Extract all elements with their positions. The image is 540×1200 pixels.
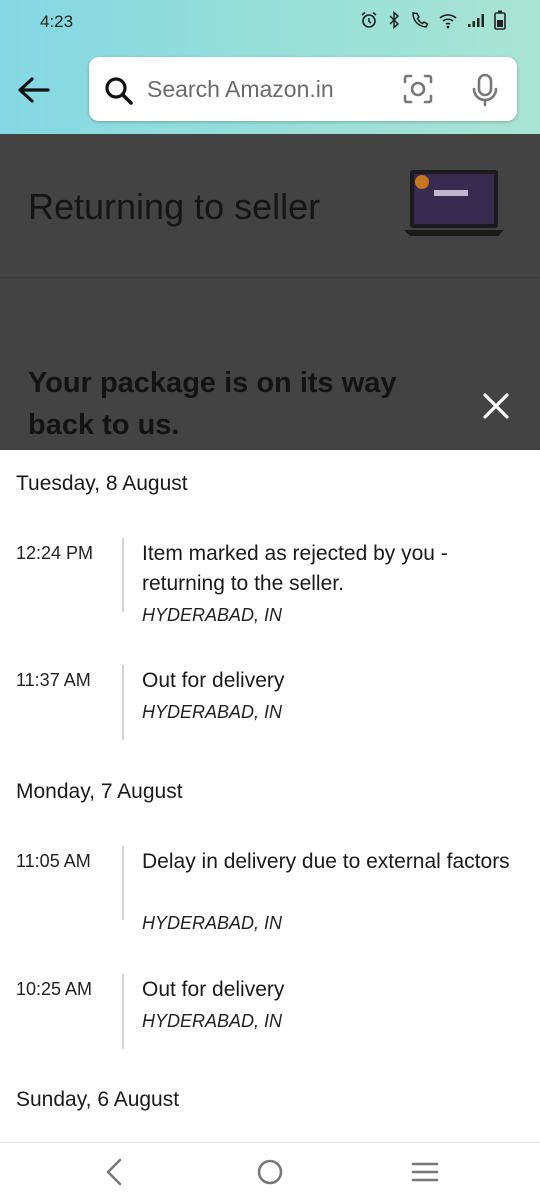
event-description: Out for delivery	[142, 669, 285, 692]
app-header: 4:23 Search Amazon.in	[0, 0, 540, 134]
back-arrow-icon[interactable]	[14, 72, 54, 108]
event-time: 10:25 AM	[16, 979, 93, 999]
day-heading: Sunday, 6 August	[16, 1088, 180, 1111]
alarm-icon	[361, 11, 377, 28]
section-divider	[0, 277, 540, 278]
system-nav-bar	[0, 1142, 540, 1200]
event-time: 12:24 PM	[16, 543, 94, 563]
tracking-status-title: Returning to seller	[28, 186, 321, 227]
timeline-line	[122, 538, 124, 612]
nav-back-icon[interactable]	[102, 1157, 126, 1187]
status-time: 4:23	[40, 12, 74, 31]
timeline-line	[122, 974, 124, 1049]
event-description: Delay in delivery due to external factor…	[142, 850, 510, 873]
event-time: 11:37 AM	[16, 670, 91, 690]
timeline-line	[122, 665, 124, 740]
close-icon[interactable]	[482, 392, 510, 420]
camera-lens-icon[interactable]	[402, 73, 434, 105]
event-location: HYDERABAD, IN	[142, 913, 283, 933]
event-description: Out for delivery	[142, 978, 285, 1001]
event-location: HYDERABAD, IN	[142, 1011, 283, 1031]
wifi-call-icon	[412, 12, 429, 28]
tracking-details-sheet[interactable]: Tuesday, 8 August 12:24 PM Item marked a…	[0, 450, 540, 1142]
signal-icon	[468, 14, 484, 27]
timeline-line	[122, 846, 124, 920]
status-icons	[360, 10, 506, 30]
event-location: HYDERABAD, IN	[142, 605, 283, 625]
search-bar[interactable]: Search Amazon.in	[89, 57, 517, 121]
product-image	[404, 170, 504, 236]
bluetooth-icon	[389, 11, 400, 29]
event-location: HYDERABAD, IN	[142, 702, 283, 722]
search-icon	[105, 77, 133, 105]
day-heading: Monday, 7 August	[16, 780, 183, 803]
nav-home-icon[interactable]	[256, 1157, 284, 1187]
tracking-message: Your package is on its way back to us.	[28, 367, 397, 441]
event-description: Item marked as rejected by you - returni…	[142, 542, 448, 595]
day-heading: Tuesday, 8 August	[16, 472, 188, 495]
microphone-icon[interactable]	[470, 73, 500, 107]
status-bar: 4:23	[0, 0, 540, 44]
nav-recents-icon[interactable]	[411, 1157, 439, 1187]
wifi-icon	[439, 14, 457, 29]
search-input[interactable]: Search Amazon.in	[147, 76, 334, 103]
event-time: 11:05 AM	[16, 851, 91, 871]
page-overlay[interactable]: Returning to seller Your package is on i…	[0, 134, 540, 450]
battery-icon	[494, 10, 506, 30]
